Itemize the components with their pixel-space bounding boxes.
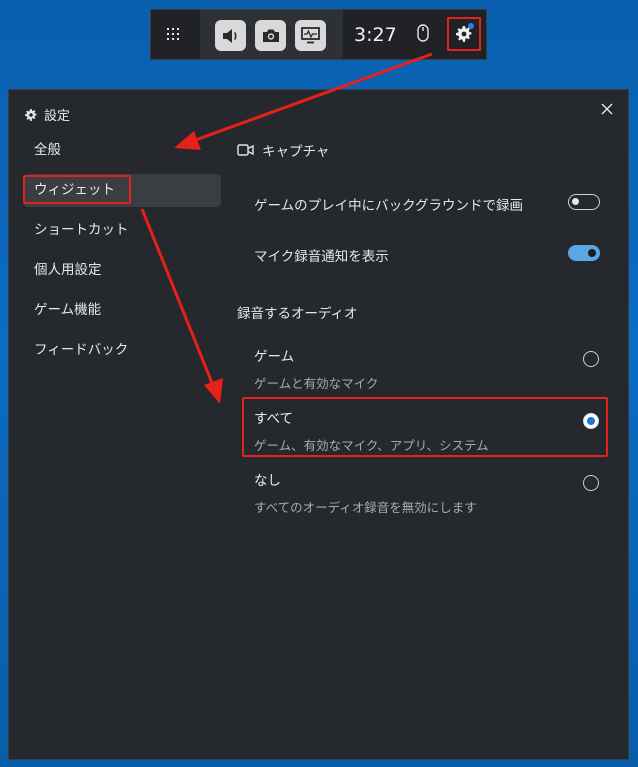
nav-item-feedback[interactable]: フィードバック <box>23 334 221 367</box>
radio-button[interactable] <box>583 351 599 367</box>
nav-item-label: 全般 <box>34 142 61 158</box>
settings-window: 設定 全般 ウィジェット ショートカット 個人用設定 ゲーム機能 フィードバック… <box>8 89 629 760</box>
section-title: キャプチャ <box>262 144 330 160</box>
widget-button-group <box>200 10 343 59</box>
nav-item-label: ゲーム機能 <box>34 302 102 318</box>
toggle-label: マイク録音通知を表示 <box>254 249 389 265</box>
option-label: なし <box>254 473 281 489</box>
performance-widget-button[interactable] <box>295 20 326 51</box>
settings-nav: 全般 ウィジェット ショートカット 個人用設定 ゲーム機能 フィードバック <box>23 134 221 374</box>
nav-item-general[interactable]: 全般 <box>23 134 221 167</box>
background-recording-toggle[interactable] <box>568 194 600 210</box>
capture-widget-button[interactable] <box>255 20 286 51</box>
game-bar: 3:27 <box>150 9 487 60</box>
window-title: 設定 <box>44 109 71 124</box>
performance-monitor-icon <box>301 27 320 44</box>
camera-icon <box>262 29 279 42</box>
mouse-icon[interactable] <box>417 24 429 42</box>
window-title-bar: 設定 <box>25 105 70 124</box>
nav-item-label: 個人用設定 <box>34 262 102 278</box>
nav-item-shortcuts[interactable]: ショートカット <box>23 214 221 247</box>
mic-notification-toggle[interactable] <box>568 245 600 261</box>
section-header: キャプチャ <box>237 140 617 160</box>
capture-settings-panel: キャプチャ ゲームのプレイ中にバックグラウンドで録画 マイク録音通知を表示 録音… <box>237 140 617 515</box>
nav-item-label: フィードバック <box>34 342 129 358</box>
annotation-highlight-box <box>242 397 608 457</box>
option-label: ゲーム <box>254 349 295 365</box>
radio-button[interactable] <box>583 475 599 491</box>
background-recording-row: ゲームのプレイ中にバックグラウンドで録画 <box>254 194 600 214</box>
nav-item-label: ショートカット <box>34 222 129 238</box>
volume-icon <box>222 28 236 43</box>
option-description: すべてのオーディオ録音を無効にします <box>254 500 477 515</box>
toggle-knob <box>572 198 579 205</box>
toggle-label: ゲームのプレイ中にバックグラウンドで録画 <box>254 198 524 214</box>
audio-option-none[interactable]: なし すべてのオーディオ録音を無効にします <box>254 469 600 516</box>
notification-dot <box>468 23 474 29</box>
audio-option-game[interactable]: ゲーム ゲームと有効なマイク <box>254 345 600 392</box>
video-camera-icon <box>237 144 254 156</box>
widget-menu-icon[interactable] <box>167 28 181 42</box>
audio-widget-button[interactable] <box>215 20 246 51</box>
gear-icon <box>25 108 37 121</box>
toggle-knob <box>588 249 596 257</box>
nav-item-gaming-features[interactable]: ゲーム機能 <box>23 294 221 327</box>
option-description: ゲームと有効なマイク <box>254 376 379 391</box>
close-icon[interactable] <box>600 102 614 116</box>
nav-item-widgets[interactable]: ウィジェット <box>23 174 221 207</box>
mic-notification-row: マイク録音通知を表示 <box>254 245 600 265</box>
settings-button[interactable] <box>447 17 481 51</box>
audio-heading: 録音するオーディオ <box>237 306 358 322</box>
nav-item-personalization[interactable]: 個人用設定 <box>23 254 221 287</box>
annotation-highlight-box <box>23 175 131 204</box>
clock-time: 3:27 <box>354 24 397 46</box>
